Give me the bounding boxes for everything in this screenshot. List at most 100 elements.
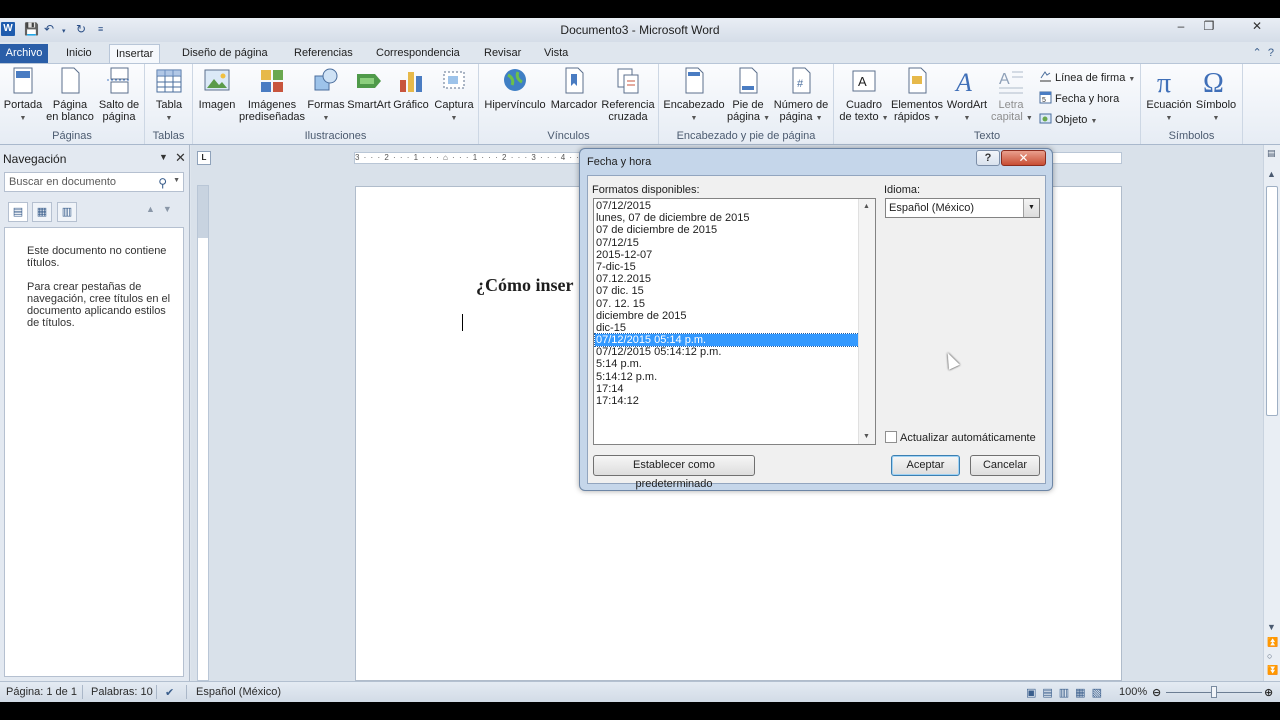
browse-object-icon[interactable]: ○ — [1267, 651, 1272, 661]
nav-options-dropdown-icon[interactable]: ▼ — [159, 152, 168, 162]
bookmark-icon — [565, 67, 584, 94]
listbox-scrollbar[interactable]: ▲ ▼ — [858, 199, 875, 444]
cancel-button[interactable]: Cancelar — [970, 455, 1040, 476]
zoom-in-icon[interactable]: ⊕ — [1264, 686, 1273, 699]
referencia-cruzada-button[interactable]: Referencia cruzada — [601, 66, 655, 123]
tab-selector-icon[interactable]: L — [197, 151, 211, 165]
pagina-en-blanco-button[interactable]: Página en blanco — [46, 66, 94, 123]
text-box-icon: A — [852, 70, 876, 92]
format-list-item[interactable]: 7-dic-15 — [595, 261, 859, 273]
search-icon[interactable]: ⚲ — [158, 176, 167, 190]
cuadro-de-texto-button[interactable]: A Cuadro de texto ▼ — [838, 66, 890, 125]
encabezado-button[interactable]: Encabezado ▼ — [663, 66, 725, 125]
nav-prev-next-icons[interactable]: ▲▼ — [146, 204, 180, 214]
ok-button[interactable]: Aceptar — [891, 455, 960, 476]
zoom-slider-knob[interactable] — [1211, 686, 1217, 698]
format-list-item[interactable]: 07 dic. 15 — [595, 285, 859, 297]
format-list-item[interactable]: 5:14:12 p.m. — [595, 371, 859, 383]
smartart-button[interactable]: SmartArt — [347, 66, 391, 111]
zoom-level[interactable]: 100% — [1119, 686, 1147, 698]
formas-button[interactable]: Formas ▼ — [306, 66, 346, 125]
numero-de-pagina-button[interactable]: # Número de página ▼ — [771, 66, 831, 125]
ribbon-help-controls[interactable]: ⌃ ? — [1253, 46, 1274, 59]
format-list-item[interactable]: 2015-12-07 — [595, 249, 859, 261]
proofing-icon[interactable]: ✔ — [165, 686, 174, 699]
format-list-item[interactable]: 07/12/15 — [595, 237, 859, 249]
status-bar: Página: 1 de 1 Palabras: 10 ✔ Español (M… — [0, 681, 1280, 702]
format-list-item[interactable]: lunes, 07 de diciembre de 2015 — [595, 212, 859, 224]
close-icon[interactable]: ✕ — [1234, 18, 1280, 36]
prev-page-icon[interactable]: ⏫ — [1267, 637, 1278, 648]
pie-de-pagina-button[interactable]: Pie de página ▼ — [727, 66, 770, 125]
scroll-up-icon[interactable]: ▲ — [1267, 169, 1276, 179]
document-heading[interactable]: ¿Cómo inser — [476, 275, 574, 296]
format-list-item[interactable]: 07/12/2015 05:14 p.m. — [594, 333, 860, 348]
next-page-icon[interactable]: ⏬ — [1267, 665, 1278, 676]
scrollbar-thumb[interactable] — [1266, 186, 1278, 416]
tab-archivo[interactable]: Archivo — [0, 44, 48, 64]
nav-tab-headings-icon[interactable]: ▤ — [8, 202, 28, 222]
linea-de-firma-button[interactable]: Línea de firma ▼ — [1039, 70, 1135, 84]
scroll-up-icon[interactable]: ▲ — [863, 203, 870, 210]
dialog-help-icon[interactable]: ? — [976, 150, 1000, 166]
search-dropdown-icon[interactable]: ▼ — [173, 177, 180, 184]
tab-vista[interactable]: Vista — [538, 44, 574, 64]
ruler-toggle-icon[interactable]: ▤ — [1267, 148, 1276, 159]
vertical-scrollbar[interactable]: ▤ ▲ ▼ ⏫ ○ ⏬ — [1263, 145, 1280, 681]
wordart-button[interactable]: A WordArt ▼ — [944, 66, 990, 125]
vertical-ruler[interactable] — [197, 185, 209, 681]
status-page[interactable]: Página: 1 de 1 — [6, 686, 77, 698]
minimize-icon[interactable]: – — [1168, 18, 1194, 36]
hipervinculo-button[interactable]: Hipervínculo — [483, 66, 547, 111]
simbolo-button[interactable]: Ω Símbolo ▼ — [1193, 66, 1239, 125]
grafico-button[interactable]: Gráfico — [392, 66, 430, 111]
format-list-item[interactable]: 07/12/2015 05:14:12 p.m. — [595, 346, 859, 358]
maximize-icon[interactable]: ❐ — [1196, 18, 1222, 36]
tab-referencias[interactable]: Referencias — [288, 44, 359, 64]
objeto-button[interactable]: Objeto ▼ — [1039, 112, 1097, 126]
imagenes-predisenadas-button[interactable]: Imágenes prediseñadas — [239, 66, 305, 123]
format-list-item[interactable]: dic-15 — [595, 322, 859, 334]
svg-text:5: 5 — [1042, 97, 1046, 104]
auto-update-checkbox[interactable]: Actualizar automáticamente — [885, 431, 1036, 444]
format-list-item[interactable]: diciembre de 2015 — [595, 310, 859, 322]
scroll-down-icon[interactable]: ▼ — [1267, 622, 1276, 632]
portada-button[interactable]: Portada ▼ — [2, 66, 44, 125]
salto-de-pagina-button[interactable]: Salto de página — [96, 66, 142, 123]
tab-correspondencia[interactable]: Correspondencia — [370, 44, 466, 64]
set-default-button[interactable]: Establecer como predeterminado — [593, 455, 755, 490]
fecha-y-hora-button[interactable]: 5 Fecha y hora — [1039, 91, 1119, 105]
tab-inicio[interactable]: Inicio — [60, 44, 98, 64]
format-list-item[interactable]: 5:14 p.m. — [595, 358, 859, 370]
nav-close-icon[interactable]: ✕ — [175, 150, 186, 166]
format-list-item[interactable]: 17:14:12 — [595, 395, 859, 407]
tab-diseno[interactable]: Diseño de página — [176, 44, 274, 64]
format-list-item[interactable]: 07 de diciembre de 2015 — [595, 224, 859, 236]
format-list-item[interactable]: 07. 12. 15 — [595, 298, 859, 310]
chevron-down-icon[interactable]: ▼ — [1023, 199, 1039, 217]
marcador-button[interactable]: Marcador — [549, 66, 599, 111]
ecuacion-button[interactable]: π Ecuación ▼ — [1145, 66, 1193, 125]
nav-search-input[interactable]: Buscar en documento ⚲ ▼ — [4, 172, 184, 192]
captura-button[interactable]: Captura ▼ — [432, 66, 476, 125]
format-list-item[interactable]: 07/12/2015 — [595, 200, 859, 212]
status-words[interactable]: Palabras: 10 — [91, 686, 153, 698]
format-list-item[interactable]: 17:14 — [595, 383, 859, 395]
dialog-close-icon[interactable]: ✕ — [1001, 150, 1046, 166]
imagen-button[interactable]: Imagen — [197, 66, 237, 111]
elementos-rapidos-button[interactable]: Elementos rápidos ▼ — [891, 66, 943, 125]
letra-capital-button: A Letra capital ▼ — [991, 66, 1033, 125]
tab-insertar[interactable]: Insertar — [109, 44, 161, 64]
scroll-down-icon[interactable]: ▼ — [863, 433, 870, 440]
zoom-out-icon[interactable]: ⊖ — [1152, 686, 1161, 699]
formats-listbox[interactable]: 07/12/2015 lunes, 07 de diciembre de 2015… — [593, 198, 876, 445]
checkbox-box[interactable] — [885, 431, 897, 443]
format-list-item[interactable]: 07.12.2015 — [595, 273, 859, 285]
view-buttons-icons[interactable]: ▣▤▥▦▧ — [1026, 686, 1108, 699]
tabla-button[interactable]: Tabla ▼ — [149, 66, 189, 125]
nav-tab-pages-icon[interactable]: ▦ — [32, 202, 52, 222]
nav-tab-results-icon[interactable]: ▥ — [57, 202, 77, 222]
tab-revisar[interactable]: Revisar — [478, 44, 527, 64]
language-select[interactable]: Español (México) ▼ — [885, 198, 1040, 218]
status-language[interactable]: Español (México) — [196, 686, 281, 698]
